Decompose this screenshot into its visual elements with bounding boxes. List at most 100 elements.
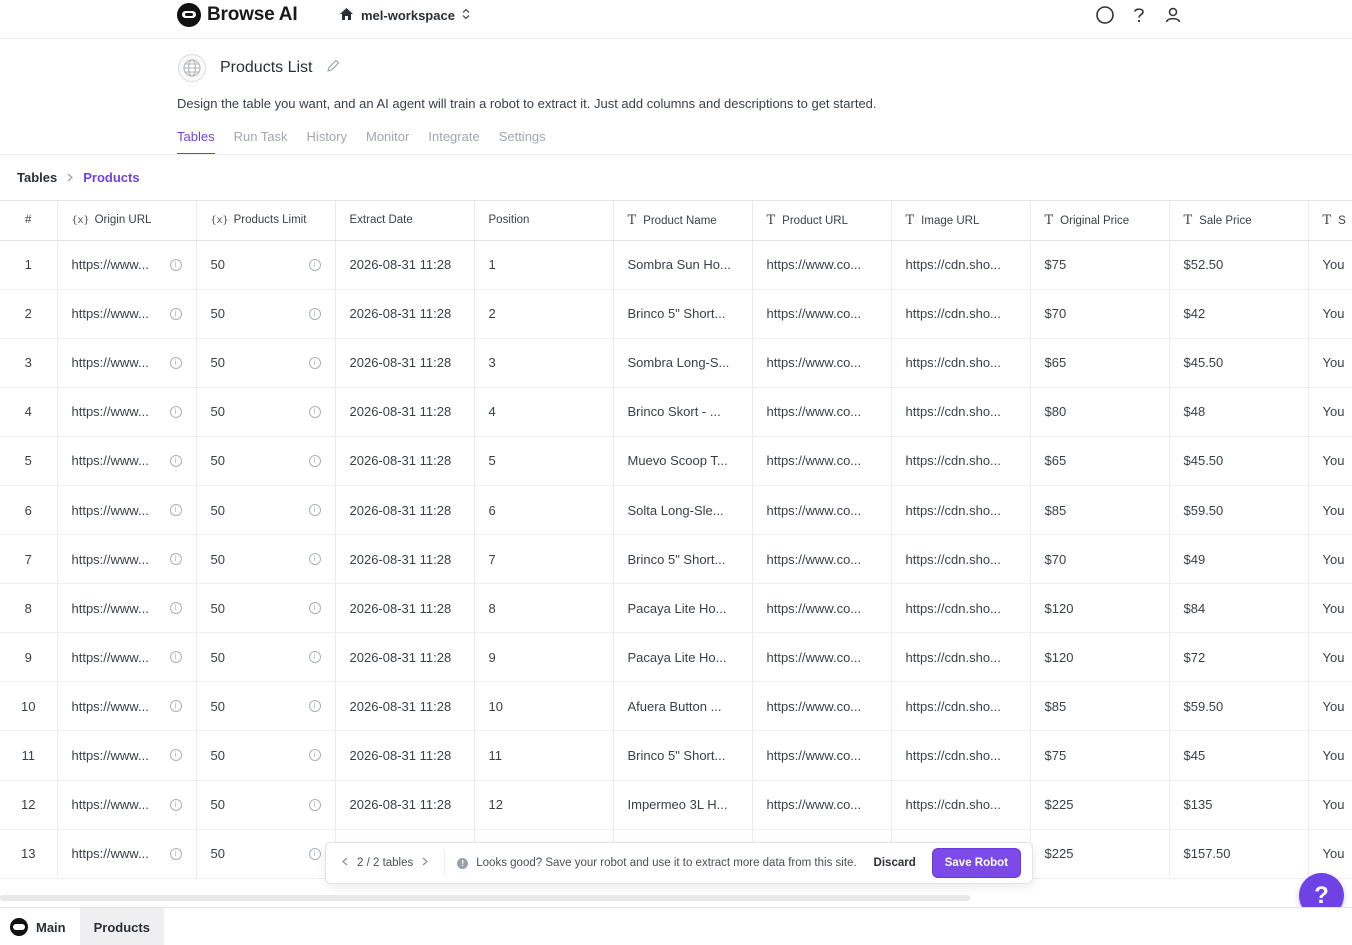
table-cell: https://www... i <box>57 289 197 339</box>
info-icon[interactable]: i <box>169 258 182 271</box>
table-cell: $70 <box>1030 534 1170 585</box>
table-row[interactable]: 9 https://www... i 50 i 2026-08-31 11:28 9 Paca… <box>0 632 1352 683</box>
column-header[interactable]: T Sale Price <box>1169 201 1309 241</box>
cell-value: https://www... <box>71 404 149 420</box>
table-cell: https://www... i <box>57 681 197 732</box>
cell-value: $59.50 <box>1183 698 1224 714</box>
cell-value: https://cdn.sho... <box>905 306 1001 322</box>
pencil-icon[interactable] <box>326 59 340 78</box>
tab-tables[interactable]: Tables <box>177 129 215 155</box>
info-icon[interactable]: i <box>308 847 321 860</box>
table-row[interactable]: 1 https://www... i 50 i 2026-08-31 11:28 1 Somb… <box>0 240 1352 290</box>
user-icon[interactable] <box>1163 5 1183 25</box>
info-icon[interactable]: i <box>308 356 321 369</box>
tab-run-task[interactable]: Run Task <box>234 129 288 155</box>
save-robot-button[interactable]: Save Robot <box>931 848 1021 878</box>
table-row[interactable]: 11 https://www... i 50 i 2026-08-31 11:28 11 Br… <box>0 730 1352 781</box>
tab-settings[interactable]: Settings <box>499 129 546 155</box>
column-header[interactable]: Extract Date <box>335 201 475 241</box>
cell-value: 6 <box>488 502 496 518</box>
info-icon[interactable]: i <box>169 602 182 615</box>
cell-value: https://www... <box>71 355 149 371</box>
info-icon[interactable]: i <box>308 258 321 271</box>
info-icon[interactable]: i <box>308 307 321 320</box>
table-row[interactable]: 5 https://www... i 50 i 2026-08-31 11:28 5 Muev… <box>0 436 1352 486</box>
info-icon[interactable]: i <box>169 700 182 713</box>
cell-value: 3 <box>24 355 32 371</box>
cell-content: https://www... i <box>72 797 196 812</box>
table-row[interactable]: 12 https://www... i 50 i 2026-08-31 11:28 12 Im… <box>0 780 1352 830</box>
column-header[interactable]: T Product Name <box>613 201 753 241</box>
cell-value: https://www... <box>71 306 149 322</box>
cell-value: You <box>1322 453 1345 469</box>
column-header-label: Products Limit <box>233 214 307 227</box>
table-row[interactable]: 6 https://www... i 50 i 2026-08-31 11:28 6 Solt… <box>0 485 1352 536</box>
column-header[interactable]: {x} Products Limit <box>196 201 336 241</box>
cell-value: $65 <box>1044 355 1067 371</box>
column-header[interactable]: {x} Origin URL <box>57 201 197 241</box>
info-icon[interactable]: i <box>308 602 321 615</box>
discard-button[interactable]: Discard <box>874 857 916 869</box>
bottom-tab-main[interactable]: Main <box>0 908 80 945</box>
table-cell: You <box>1308 583 1352 634</box>
info-icon[interactable]: i <box>308 700 321 713</box>
info-icon[interactable]: i <box>169 307 182 320</box>
table-cell: $120 <box>1030 583 1170 634</box>
workspace-switcher[interactable]: mel-workspace <box>339 7 470 24</box>
cell-value: 2026-08-31 11:28 <box>349 649 452 665</box>
table-cell: $42 <box>1169 289 1309 339</box>
data-table-container[interactable]: # {x} Origin URL {x} Products Limit Extract D… <box>0 200 1352 892</box>
cell-value: $70 <box>1044 551 1067 567</box>
info-icon[interactable]: i <box>169 405 182 418</box>
table-row[interactable]: 2 https://www... i 50 i 2026-08-31 11:28 2 Brin… <box>0 289 1352 339</box>
info-icon[interactable]: i <box>169 356 182 369</box>
chevron-right-icon[interactable] <box>422 857 429 869</box>
help-icon[interactable] <box>1129 5 1149 25</box>
tab-integrate[interactable]: Integrate <box>428 129 479 155</box>
app-logo[interactable]: Browse AI <box>177 3 298 27</box>
info-icon[interactable]: i <box>169 553 182 566</box>
info-icon[interactable]: i <box>308 651 321 664</box>
tab-history[interactable]: History <box>307 129 347 155</box>
table-cell: 9 <box>474 632 614 683</box>
cell-value: 5 <box>488 453 496 469</box>
tab-monitor[interactable]: Monitor <box>366 129 409 155</box>
table-row[interactable]: 8 https://www... i 50 i 2026-08-31 11:28 8 Paca… <box>0 583 1352 634</box>
table-row[interactable]: 3 https://www... i 50 i 2026-08-31 11:28 3 Somb… <box>0 338 1352 388</box>
column-header[interactable]: # <box>0 201 58 241</box>
column-header[interactable]: Position <box>474 201 614 241</box>
info-icon[interactable]: i <box>169 651 182 664</box>
info-icon[interactable]: i <box>169 847 182 860</box>
bottom-tab-products[interactable]: Products <box>79 908 164 945</box>
info-icon[interactable]: i <box>169 798 182 811</box>
table-cell: https://www... i <box>57 338 197 388</box>
info-icon[interactable]: i <box>308 504 321 517</box>
column-header[interactable]: T Image URL <box>891 201 1031 241</box>
info-icon[interactable]: i <box>169 504 182 517</box>
breadcrumb-tables[interactable]: Tables <box>17 170 57 185</box>
info-icon[interactable]: i <box>308 454 321 467</box>
info-icon[interactable]: i <box>308 798 321 811</box>
table-row[interactable]: 7 https://www... i 50 i 2026-08-31 11:28 7 Brin… <box>0 534 1352 585</box>
info-icon[interactable]: i <box>308 749 321 762</box>
table-row[interactable]: 4 https://www... i 50 i 2026-08-31 11:28 4 Brin… <box>0 387 1352 437</box>
table-cell: $45 <box>1169 730 1309 781</box>
cell-value: 50 <box>210 698 225 714</box>
column-header[interactable]: T Original Price <box>1030 201 1170 241</box>
info-icon[interactable]: i <box>169 749 182 762</box>
cell-content: https://www... i <box>72 257 196 272</box>
table-row[interactable]: 10 https://www... i 50 i 2026-08-31 11:28 10 Af… <box>0 681 1352 732</box>
info-icon[interactable]: i <box>308 405 321 418</box>
cell-value: 50 <box>210 551 225 567</box>
column-header[interactable]: TS <box>1308 201 1352 241</box>
cell-value: $85 <box>1044 502 1067 518</box>
horizontal-scrollbar[interactable] <box>0 895 970 901</box>
circle-icon[interactable] <box>1095 5 1115 25</box>
info-icon[interactable]: i <box>169 454 182 467</box>
table-cell: $49 <box>1169 534 1309 585</box>
column-header[interactable]: T Product URL <box>752 201 892 241</box>
table-cell: You <box>1308 681 1352 732</box>
table-cell: $59.50 <box>1169 681 1309 732</box>
chevron-left-icon[interactable] <box>342 857 348 869</box>
info-icon[interactable]: i <box>308 553 321 566</box>
